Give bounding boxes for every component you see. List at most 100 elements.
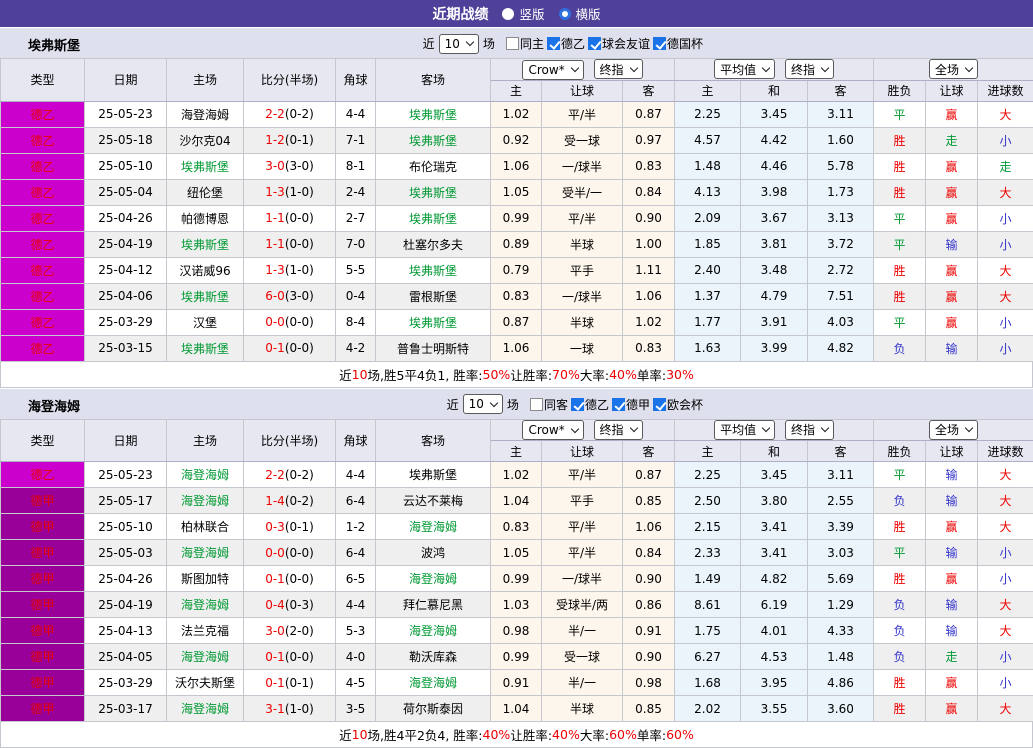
filter-checkbox[interactable]: 德乙 bbox=[547, 35, 585, 52]
avg-away-cell: 3.03 bbox=[808, 540, 874, 566]
chevron-down-icon bbox=[490, 398, 498, 406]
result-wdl-cell: 负 bbox=[874, 618, 926, 644]
avg-source-select[interactable]: 平均值 bbox=[714, 420, 775, 440]
match-count-select[interactable]: 10 bbox=[463, 394, 503, 414]
date-cell: 25-04-19 bbox=[85, 592, 167, 618]
radio-unchecked-icon[interactable] bbox=[502, 8, 514, 20]
odds-away-cell: 0.84 bbox=[623, 540, 675, 566]
result-wdl-cell: 负 bbox=[874, 592, 926, 618]
games-label: 场 bbox=[483, 35, 495, 52]
checkbox-unchecked-icon[interactable] bbox=[506, 37, 519, 50]
result-handicap-cell: 走 bbox=[926, 127, 978, 153]
home-team-cell: 汉诺威96 bbox=[167, 257, 244, 283]
odds-time-select[interactable]: 终指 bbox=[594, 59, 643, 79]
away-team-cell: 埃弗斯堡 bbox=[376, 257, 491, 283]
filter-checkbox[interactable]: 德国杯 bbox=[653, 35, 703, 52]
odds-away-cell: 1.00 bbox=[623, 231, 675, 257]
odds-handicap-cell: 一/球半 bbox=[542, 566, 623, 592]
avg-home-cell: 1.63 bbox=[675, 335, 741, 361]
avg-home-cell: 2.09 bbox=[675, 205, 741, 231]
result-goals-cell: 小 bbox=[978, 231, 1033, 257]
corners-cell: 8-1 bbox=[336, 153, 376, 179]
avg-home-cell: 1.48 bbox=[675, 153, 741, 179]
checkbox-label: 球会友谊 bbox=[602, 35, 650, 52]
checkbox-unchecked-icon[interactable] bbox=[530, 398, 543, 411]
halftime-score: (0-2) bbox=[285, 494, 314, 508]
result-handicap-cell: 赢 bbox=[926, 670, 978, 696]
odds-home-cell: 0.99 bbox=[491, 205, 542, 231]
filter-checkbox[interactable]: 球会友谊 bbox=[588, 35, 650, 52]
filter-checkbox[interactable]: 同客 bbox=[530, 396, 568, 413]
corners-cell: 7-0 bbox=[336, 231, 376, 257]
odds-home-cell: 0.83 bbox=[491, 514, 542, 540]
filter-checkbox[interactable]: 欧会杯 bbox=[653, 396, 703, 413]
away-team-cell: 云达不莱梅 bbox=[376, 488, 491, 514]
fulltime-score: 1-1 bbox=[265, 237, 285, 251]
chevron-down-icon bbox=[570, 424, 578, 432]
league-cell: 德乙 bbox=[1, 101, 85, 127]
home-team-cell: 海登海姆 bbox=[167, 462, 244, 488]
scope-select[interactable]: 全场 bbox=[929, 59, 978, 79]
odds-select-cell: Crow* 终指 bbox=[491, 59, 675, 81]
checkbox-checked-icon[interactable] bbox=[571, 398, 584, 411]
avg-away-cell: 3.39 bbox=[808, 514, 874, 540]
result-wdl-cell: 胜 bbox=[874, 566, 926, 592]
checkbox-checked-icon[interactable] bbox=[612, 398, 625, 411]
checkbox-checked-icon[interactable] bbox=[653, 398, 666, 411]
odds-handicap-cell: 受一球 bbox=[542, 127, 623, 153]
filter-checkbox[interactable]: 德甲 bbox=[612, 396, 650, 413]
checkbox-checked-icon[interactable] bbox=[653, 37, 666, 50]
corners-cell: 0-4 bbox=[336, 283, 376, 309]
fulltime-score: 3-0 bbox=[265, 159, 285, 173]
halftime-score: (0-1) bbox=[285, 133, 314, 147]
away-team-cell: 埃弗斯堡 bbox=[376, 101, 491, 127]
filters: 近 10 场 同主德乙球会友谊德国杯 bbox=[423, 28, 703, 59]
odds-away-cell: 0.98 bbox=[623, 670, 675, 696]
filter-checkbox[interactable]: 德乙 bbox=[571, 396, 609, 413]
match-row: 德乙25-05-23海登海姆2-2(0-2)4-4埃弗斯堡1.02平/半0.87… bbox=[1, 462, 1033, 488]
match-row: 德甲25-04-26斯图加特0-1(0-0)6-5海登海姆0.99一/球半0.9… bbox=[1, 566, 1033, 592]
result-goals-cell: 大 bbox=[978, 179, 1033, 205]
away-team-cell: 埃弗斯堡 bbox=[376, 462, 491, 488]
filter-checkbox[interactable]: 同主 bbox=[506, 35, 544, 52]
fulltime-score: 6-0 bbox=[265, 289, 285, 303]
odds-away-cell: 0.87 bbox=[623, 101, 675, 127]
odds-handicap-cell: 半球 bbox=[542, 696, 623, 722]
score-cell: 0-0(0-0) bbox=[244, 540, 336, 566]
odds-source-select[interactable]: Crow* bbox=[522, 420, 583, 440]
date-cell: 25-05-18 bbox=[85, 127, 167, 153]
avg-time-select[interactable]: 终指 bbox=[785, 59, 834, 79]
checkbox-checked-icon[interactable] bbox=[588, 37, 601, 50]
odds-source-select[interactable]: Crow* bbox=[522, 60, 583, 80]
summary-text: 让胜率: bbox=[510, 725, 552, 744]
date-cell: 25-05-04 bbox=[85, 179, 167, 205]
odds-time-select[interactable]: 终指 bbox=[594, 420, 643, 440]
layout-radio-horizontal[interactable]: 横版 bbox=[559, 4, 601, 23]
date-cell: 25-04-13 bbox=[85, 618, 167, 644]
result-handicap-cell: 赢 bbox=[926, 257, 978, 283]
avg-away-cell: 1.48 bbox=[808, 644, 874, 670]
result-handicap-cell: 输 bbox=[926, 618, 978, 644]
avg-home-cell: 2.25 bbox=[675, 101, 741, 127]
result-goals-cell: 小 bbox=[978, 670, 1033, 696]
odds-home-cell: 1.02 bbox=[491, 101, 542, 127]
date-cell: 25-03-17 bbox=[85, 696, 167, 722]
col-avg-away: 客 bbox=[808, 441, 874, 462]
odds-select-cell: Crow* 终指 bbox=[491, 419, 675, 441]
radio-checked-icon[interactable] bbox=[559, 8, 571, 20]
avg-source-select[interactable]: 平均值 bbox=[714, 59, 775, 79]
odds-home-cell: 0.99 bbox=[491, 644, 542, 670]
scope-select[interactable]: 全场 bbox=[929, 420, 978, 440]
avg-time-select[interactable]: 终指 bbox=[785, 420, 834, 440]
avg-away-cell: 3.11 bbox=[808, 462, 874, 488]
layout-radio-vertical[interactable]: 竖版 bbox=[502, 4, 544, 23]
match-row: 德甲25-05-10柏林联合0-3(0-1)1-2海登海姆0.83平/半1.06… bbox=[1, 514, 1033, 540]
checkbox-checked-icon[interactable] bbox=[547, 37, 560, 50]
match-count-select[interactable]: 10 bbox=[439, 34, 479, 54]
result-wdl-cell: 负 bbox=[874, 488, 926, 514]
result-wdl-cell: 胜 bbox=[874, 179, 926, 205]
filters: 近 10 场 同客德乙德甲欧会杯 bbox=[447, 389, 703, 420]
odds-handicap-cell: 半球 bbox=[542, 231, 623, 257]
date-cell: 25-03-15 bbox=[85, 335, 167, 361]
fulltime-score: 1-1 bbox=[265, 211, 285, 225]
